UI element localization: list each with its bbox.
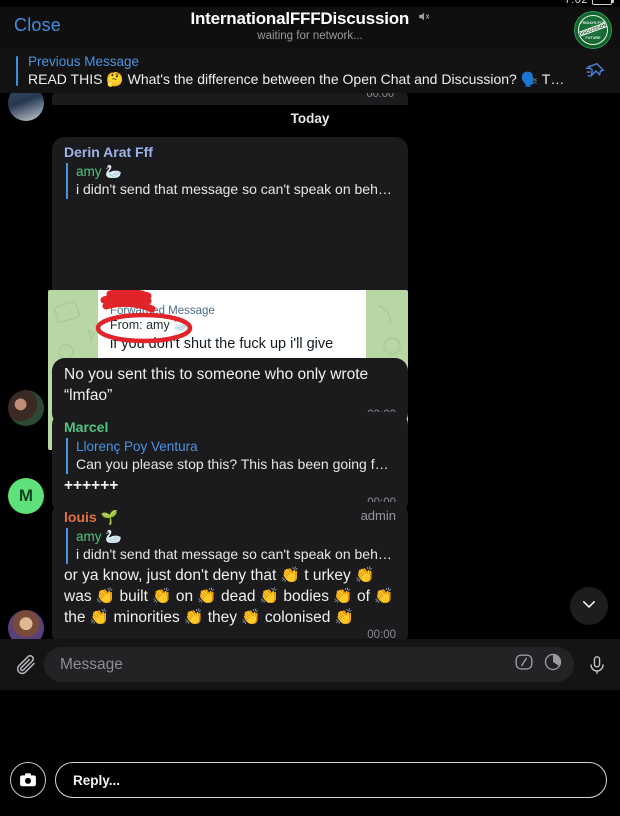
group-avatar-inner: FRIDAYS FOR DISCUSSION FUTURE bbox=[578, 15, 608, 45]
app-screen: 7:02 Close InternationalFFFDiscussion wa… bbox=[0, 0, 620, 816]
pinned-label: Previous Message bbox=[28, 54, 140, 69]
search-input[interactable]: Message bbox=[44, 647, 574, 682]
quote-text: i didn't send that message so can't spea… bbox=[76, 181, 396, 197]
message-sender: Marcel bbox=[64, 419, 109, 435]
scroll-to-bottom-button[interactable] bbox=[570, 587, 608, 625]
list-item[interactable]: louis 🌱 admin amy 🦢 i didn't send that m… bbox=[8, 502, 408, 639]
reply-quote[interactable]: amy 🦢 i didn't send that message so can'… bbox=[66, 163, 396, 199]
pinned-accent-bar bbox=[16, 56, 18, 86]
message-list[interactable]: 00:00 Today Derin Arat Fff amy 🦢 i didn'… bbox=[0, 93, 620, 639]
sticker-icon[interactable] bbox=[542, 651, 564, 678]
list-item[interactable]: M Marcel Llorenç Poy Ventura Can you ple… bbox=[8, 412, 408, 514]
reply-quote[interactable]: amy 🦢 i didn't send that message so can'… bbox=[66, 528, 396, 564]
header-title-block: InternationalFFFDiscussion waiting for n… bbox=[0, 9, 620, 42]
message-sender: louis 🌱 bbox=[64, 509, 118, 525]
pin-icon[interactable] bbox=[584, 61, 606, 88]
message-time: 00:00 bbox=[366, 93, 394, 100]
quote-text: Can you please stop this? This has been … bbox=[76, 456, 396, 472]
status-badge: admin bbox=[360, 508, 396, 523]
message-bubble[interactable]: louis 🌱 admin amy 🦢 i didn't send that m… bbox=[52, 502, 408, 639]
avatar[interactable] bbox=[8, 610, 44, 639]
chat-status: waiting for network... bbox=[257, 30, 363, 42]
camera-icon[interactable] bbox=[10, 762, 46, 798]
quote-sender: Llorenç Poy Ventura bbox=[76, 439, 198, 454]
pinned-message-bar[interactable]: Previous Message READ THIS 🤔 What's the … bbox=[0, 49, 620, 93]
quote-sender: amy 🦢 bbox=[76, 529, 123, 544]
status-bar: 7:02 bbox=[0, 0, 620, 7]
slash-command-icon[interactable] bbox=[513, 651, 535, 678]
paperclip-icon[interactable] bbox=[10, 653, 42, 677]
message-sender: Derin Arat Fff bbox=[64, 144, 153, 160]
quote-sender: amy 🦢 bbox=[76, 164, 123, 179]
forwarded-from: From: amy 🦢 bbox=[110, 318, 189, 332]
muted-speaker-icon bbox=[417, 10, 430, 28]
message-bubble[interactable]: Marcel Llorenç Poy Ventura Can you pleas… bbox=[52, 412, 408, 514]
story-reply-placeholder: Reply... bbox=[73, 772, 121, 788]
story-reply-area: Reply... bbox=[0, 690, 620, 816]
message-text: or ya know, just don't deny that 👏 t urk… bbox=[64, 567, 394, 626]
close-button[interactable]: Close bbox=[14, 15, 61, 36]
battery-icon bbox=[592, 0, 614, 5]
microphone-icon[interactable] bbox=[580, 654, 614, 676]
message-text: No you sent this to someone who only wro… bbox=[64, 366, 369, 404]
page-title: InternationalFFFDiscussion bbox=[190, 9, 410, 28]
forwarded-label: Forwarded Message bbox=[110, 305, 215, 317]
story-reply-input[interactable]: Reply... bbox=[55, 762, 607, 798]
message-input-bar: Message bbox=[0, 639, 620, 690]
reply-quote[interactable]: Llorenç Poy Ventura Can you please stop … bbox=[66, 438, 396, 474]
chevron-down-icon bbox=[580, 595, 598, 618]
input-icons bbox=[513, 651, 564, 678]
partial-message-bubble[interactable]: 00:00 bbox=[52, 93, 408, 105]
group-avatar[interactable]: FRIDAYS FOR DISCUSSION FUTURE bbox=[574, 11, 612, 49]
pinned-body: READ THIS 🤔 What's the difference betwee… bbox=[28, 71, 568, 87]
message-time: 00:00 bbox=[367, 629, 396, 639]
status-bar-time: 7:02 bbox=[564, 0, 588, 6]
quote-text: i didn't send that message so can't spea… bbox=[76, 546, 396, 562]
message-input-placeholder: Message bbox=[60, 655, 123, 673]
status-bar-right: 7:02 bbox=[564, 0, 614, 6]
chat-header: Close InternationalFFFDiscussion waiting… bbox=[0, 7, 620, 49]
group-avatar-bottom-text: FUTURE bbox=[585, 36, 601, 40]
day-divider: Today bbox=[290, 111, 330, 126]
pinned-text-block: Previous Message READ THIS 🤔 What's the … bbox=[28, 54, 568, 88]
message-text: ++++++ bbox=[64, 477, 119, 494]
